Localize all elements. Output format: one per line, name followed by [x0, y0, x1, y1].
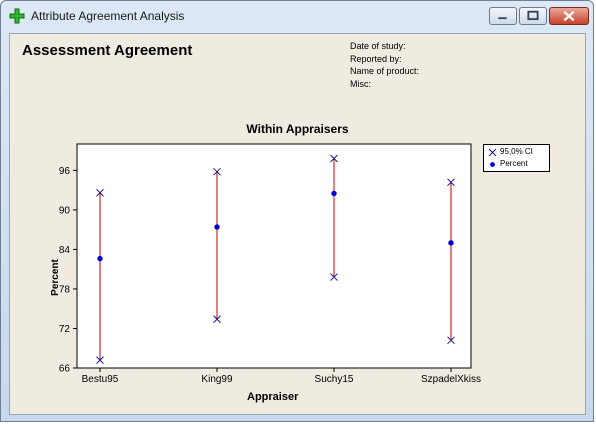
percent-point — [97, 255, 103, 262]
legend-ci-marker-icon — [488, 148, 497, 157]
minimize-icon — [498, 17, 507, 20]
y-tick-label: 84 — [59, 245, 71, 256]
x-tick-label: King99 — [201, 374, 233, 385]
maximize-button[interactable] — [519, 7, 547, 25]
x-tick-label: Suchy15 — [315, 374, 354, 385]
maximize-icon — [527, 10, 539, 21]
x-tick-label: SzpadelXkiss — [421, 374, 481, 385]
close-button[interactable] — [549, 7, 589, 25]
chart-plot: 66 72 78 84 90 96 Bestu95 King99 Suchy15 SzpadelX… — [59, 143, 481, 385]
app-window: Attribute Agreement Analysis Assessment … — [0, 0, 594, 422]
window-title: Attribute Agreement Analysis — [31, 9, 185, 23]
y-tick-label: 96 — [59, 166, 71, 177]
y-tick-label: 66 — [59, 364, 71, 375]
close-icon — [563, 10, 575, 22]
percent-point — [214, 224, 220, 230]
minimize-button[interactable] — [489, 7, 517, 25]
plot-frame — [76, 143, 472, 369]
graph-area: Assessment Agreement Date of study: Repo… — [9, 33, 586, 415]
percent-point — [448, 240, 454, 246]
y-tick-label: 90 — [59, 205, 71, 216]
y-tick-label: 72 — [59, 324, 71, 335]
x-tick-label: Bestu95 — [82, 374, 119, 385]
legend-percent-label: Percent — [500, 159, 528, 168]
y-tick-label: 78 — [59, 284, 71, 295]
green-plus-icon — [9, 8, 25, 24]
percent-point — [331, 190, 337, 197]
chart-legend: 95,0% CI Percent — [483, 144, 550, 172]
legend-percent-marker-icon — [490, 162, 495, 167]
legend-ci-label: 95,0% CI — [500, 147, 533, 156]
title-bar[interactable]: Attribute Agreement Analysis — [1, 1, 593, 29]
